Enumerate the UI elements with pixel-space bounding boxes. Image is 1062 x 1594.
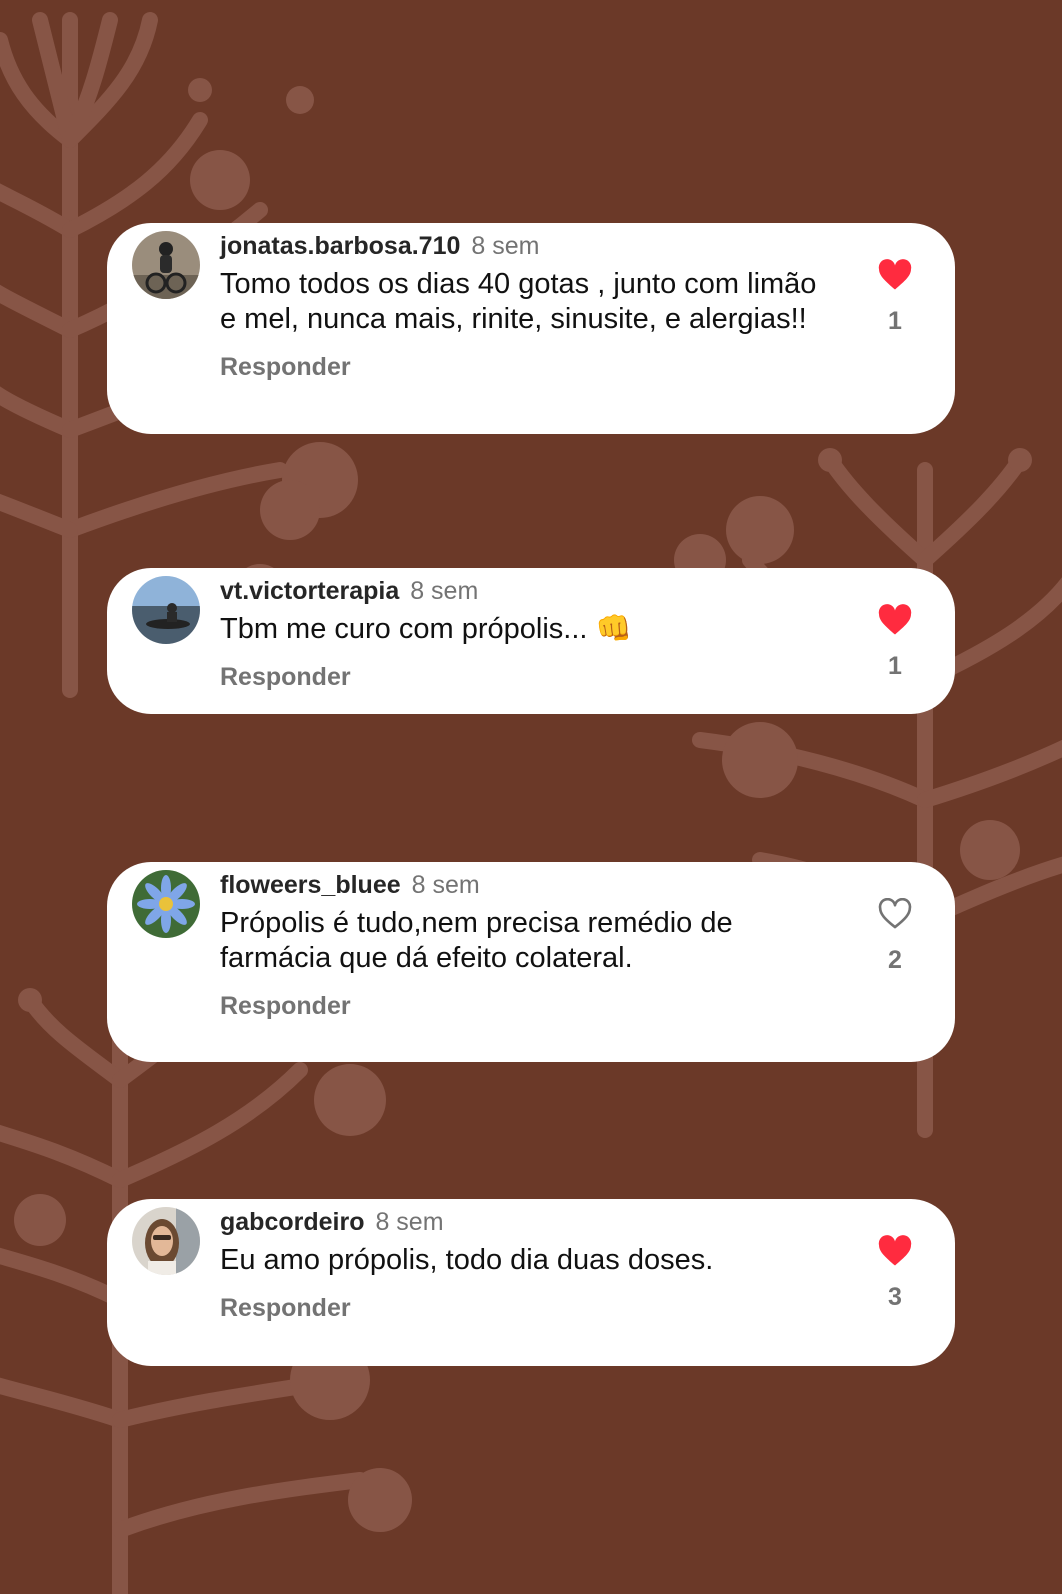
comment-time: 8 sem <box>375 1208 444 1236</box>
heart-filled-icon[interactable] <box>877 259 913 291</box>
like-control: 1 <box>873 259 917 336</box>
heart-outline-icon[interactable] <box>877 898 913 930</box>
user-avatar[interactable] <box>132 1207 200 1275</box>
username[interactable]: floweers_bluee <box>220 871 401 899</box>
heart-filled-icon[interactable] <box>877 604 913 636</box>
like-count: 3 <box>888 1283 902 1311</box>
comment-card: jonatas.barbosa.710 8 sem Tomo todos os … <box>107 223 955 434</box>
heart-filled-icon[interactable] <box>877 1235 913 1267</box>
reply-button[interactable]: Responder <box>220 1294 830 1323</box>
comment-text: Tomo todos os dias 40 gotas , junto com … <box>220 268 817 335</box>
comment-card: vt.victorterapia 8 sem Tbm me curo com p… <box>107 568 955 714</box>
reply-button[interactable]: Responder <box>220 663 830 692</box>
reply-button[interactable]: Responder <box>220 353 830 382</box>
like-count: 1 <box>888 652 902 680</box>
user-avatar[interactable] <box>132 231 200 299</box>
like-control: 1 <box>873 604 917 681</box>
comment-time: 8 sem <box>471 232 540 260</box>
like-count: 1 <box>888 307 902 335</box>
comment-card: floweers_bluee 8 sem Própolis é tudo,nem… <box>107 862 955 1062</box>
comment-text: Tbm me curo com própolis... 👊 <box>220 613 632 645</box>
username[interactable]: vt.victorterapia <box>220 577 399 605</box>
like-control: 3 <box>873 1235 917 1312</box>
comment-time: 8 sem <box>411 871 480 899</box>
like-count: 2 <box>888 946 902 974</box>
comment-card: gabcordeiro 8 sem Eu amo própolis, todo … <box>107 1199 955 1366</box>
comment-time: 8 sem <box>410 577 479 605</box>
user-avatar[interactable] <box>132 576 200 644</box>
comment-text: Eu amo própolis, todo dia duas doses. <box>220 1244 714 1276</box>
username[interactable]: jonatas.barbosa.710 <box>220 232 460 260</box>
reply-button[interactable]: Responder <box>220 992 830 1021</box>
like-control: 2 <box>873 898 917 975</box>
username[interactable]: gabcordeiro <box>220 1208 364 1236</box>
user-avatar[interactable] <box>132 870 200 938</box>
comment-text: Própolis é tudo,nem precisa remédio de f… <box>220 907 733 974</box>
